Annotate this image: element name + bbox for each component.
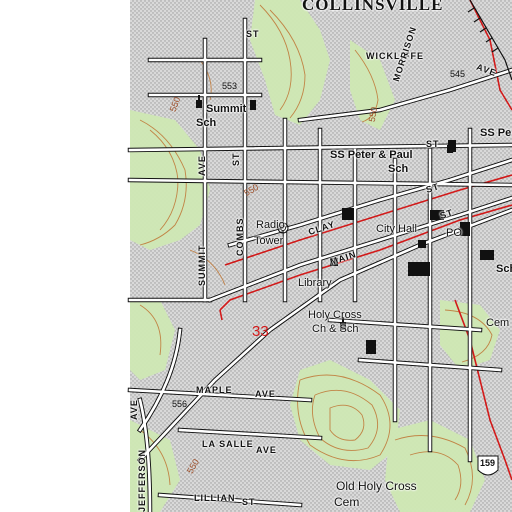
building	[480, 250, 494, 260]
street-label-right-st: ST	[426, 139, 440, 149]
highway-shield-label: 159	[480, 458, 496, 468]
old-holy-cross-label: Old Holy Cross	[336, 479, 417, 493]
street-label-wickliffe: WICKLIFFE	[366, 51, 424, 61]
building	[250, 100, 256, 110]
school-label-peter-paul-right: SS Pe	[480, 127, 512, 139]
building	[408, 262, 430, 276]
map-graphics	[0, 0, 512, 512]
topographic-map: COLLINSVILLE Summit Sch SS Peter & Paul …	[0, 0, 512, 512]
street-label-lillian-st: ST	[242, 497, 256, 507]
street-label-summit-ave: AVE	[197, 155, 207, 176]
holy-cross-ch-label: Ch & Sch	[312, 323, 359, 335]
elevation-label: 556	[172, 399, 188, 409]
street-label-la-salle: LA SALLE	[202, 439, 254, 449]
library-label: Library	[298, 277, 332, 289]
city-label: COLLINSVILLE	[302, 0, 444, 14]
street-label-combs: COMBS	[235, 217, 245, 257]
building	[342, 208, 354, 220]
street-label-maple-ave: AVE	[255, 389, 276, 399]
street-label-combs-st: ST	[231, 152, 241, 166]
section-number-label: 33	[252, 323, 269, 340]
radio-tower-label: Radio	[256, 219, 285, 231]
elevation-label: 553	[222, 81, 238, 91]
sch-label-right: Sch	[496, 263, 512, 275]
street-label-summit: SUMMIT	[197, 244, 207, 287]
building	[366, 340, 376, 354]
street-label-la-salle-ave: AVE	[256, 445, 277, 455]
old-holy-cross-cem-label: Cem	[334, 495, 360, 509]
school-label-summit-sch: Sch	[196, 117, 217, 129]
street-label-lillian: LILLIAN	[194, 493, 236, 503]
map-margin	[0, 0, 130, 512]
po-label: PO	[446, 227, 462, 239]
holy-cross-label: Holy Cross	[308, 309, 362, 321]
city-hall-label: City Hall	[376, 223, 417, 235]
elevation-label: 545	[450, 69, 466, 79]
street-label-maple: MAPLE	[196, 385, 233, 395]
school-label-peter-paul: SS Peter & Paul	[330, 149, 413, 161]
street-label-left-ave: AVE	[129, 399, 139, 420]
building	[418, 240, 426, 248]
cem-label-right: Cem	[486, 317, 510, 329]
radio-tower-label-2: Tower	[254, 235, 284, 247]
school-label-peter-paul-sch: Sch	[388, 163, 409, 175]
school-label-summit: Summit	[206, 103, 247, 115]
street-label-jefferson: JEFFERSON	[137, 448, 147, 512]
street-label-top-st: ST	[246, 29, 260, 39]
